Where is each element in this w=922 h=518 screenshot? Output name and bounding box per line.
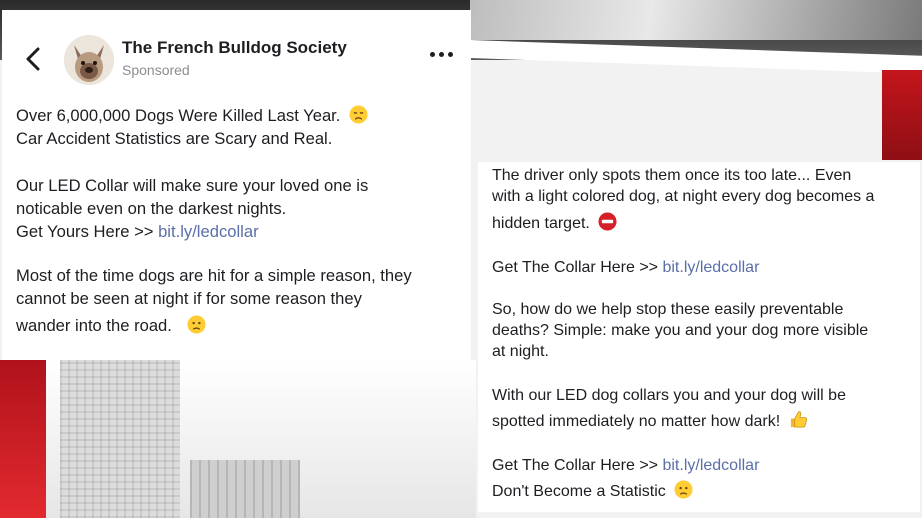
worried-face-emoji	[187, 315, 206, 334]
post-text: noticable even on the darkest nights.	[16, 199, 287, 218]
post-text: spotted immediately no matter how dark!	[492, 413, 781, 430]
post-text: wander into the road.	[16, 316, 172, 335]
continuation-paragraph-4: With our LED dog collars you and your do…	[492, 384, 918, 433]
post-text: cannot be seen at night if for some reas…	[16, 289, 362, 308]
background-light-band	[470, 0, 922, 40]
post-text: Car Accident Statistics are Scary and Re…	[16, 129, 333, 148]
thumbs-up-emoji	[790, 411, 807, 428]
avatar[interactable]	[64, 35, 114, 85]
background-building	[190, 460, 300, 518]
background-red-block	[0, 360, 46, 518]
continuation-paragraph-3: So, how do we help stop these easily pre…	[492, 299, 918, 362]
no-entry-emoji	[598, 212, 617, 231]
post-text: Most of the time dogs are hit for a simp…	[16, 266, 412, 285]
post-text: With our LED dog collars you and your do…	[492, 387, 846, 404]
chevron-left-icon[interactable]	[22, 46, 44, 72]
continuation-paragraph-2: Get The Collar Here >> bit.ly/ledcollar	[492, 256, 918, 279]
post-paragraph-2: Our LED Collar will make sure your loved…	[16, 174, 466, 243]
french-bulldog-icon	[64, 35, 114, 85]
post-text: Don't Become a Statistic	[492, 483, 666, 500]
disappointed-face-emoji	[349, 105, 368, 124]
post-text: Get The Collar Here >>	[492, 457, 659, 474]
background-skyscraper	[60, 360, 180, 518]
post-card: The French Bulldog Society Sponsored Ove…	[2, 10, 471, 360]
post-text: hidden target.	[492, 215, 590, 232]
post-text: with a light colored dog, at night every…	[492, 188, 875, 205]
worried-face-emoji	[674, 480, 693, 499]
post-text: So, how do we help stop these easily pre…	[492, 301, 844, 318]
post-continuation-card: The driver only spots them once its too …	[478, 162, 920, 512]
post-paragraph-1: Over 6,000,000 Dogs Were Killed Last Yea…	[16, 104, 466, 150]
post-text: Get The Collar Here >>	[492, 259, 659, 276]
post-text: Get Yours Here >>	[16, 222, 154, 241]
post-text: The driver only spots them once its too …	[492, 167, 852, 184]
collar-link[interactable]: bit.ly/ledcollar	[158, 222, 259, 241]
post-text: Our LED Collar will make sure your loved…	[16, 176, 369, 195]
page-name[interactable]: The French Bulldog Society	[122, 38, 347, 58]
sponsored-label: Sponsored	[122, 62, 190, 78]
collar-link[interactable]: bit.ly/ledcollar	[662, 457, 759, 474]
more-dots-icon[interactable]	[428, 48, 456, 62]
continuation-paragraph-5: Get The Collar Here >> bit.ly/ledcollar …	[492, 453, 918, 505]
post-text: deaths? Simple: make you and your dog mo…	[492, 322, 869, 339]
post-text: at night.	[492, 343, 549, 360]
post-text: Over 6,000,000 Dogs Were Killed Last Yea…	[16, 106, 341, 125]
post-paragraph-3: Most of the time dogs are hit for a simp…	[16, 264, 468, 337]
continuation-paragraph-1: The driver only spots them once its too …	[492, 165, 918, 234]
background-red-panel	[882, 70, 922, 160]
collar-link[interactable]: bit.ly/ledcollar	[662, 259, 759, 276]
